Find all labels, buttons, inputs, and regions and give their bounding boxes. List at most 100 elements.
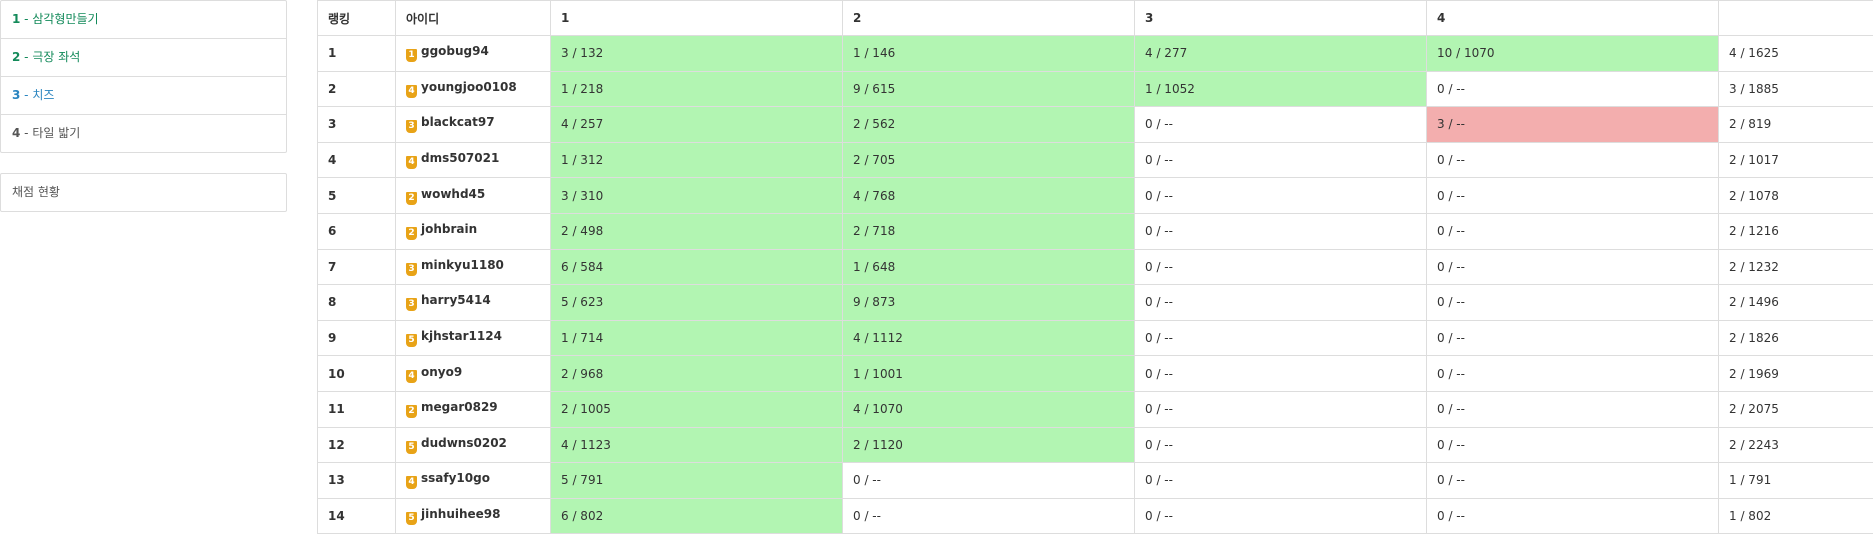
problem-item-4[interactable]: 4 - 타일 밟기	[1, 114, 286, 152]
user-cell[interactable]: 3 blackcat97	[395, 106, 551, 143]
problem-result-cell: 2 / 562	[842, 106, 1135, 143]
user-cell[interactable]: 1 ggobug94	[395, 35, 551, 72]
problem-result-cell: 6 / 802	[550, 497, 843, 534]
header-problem-4[interactable]: 4	[1426, 0, 1719, 36]
problem-result-cell: 4 / 1070	[842, 390, 1135, 428]
header-problem-3[interactable]: 3	[1134, 0, 1427, 36]
rank-cell: 7	[317, 248, 396, 286]
header-problem-2[interactable]: 2	[842, 0, 1135, 36]
total-cell: 2 / 1078	[1718, 177, 1873, 214]
judge-status-link[interactable]: 채점 현황	[0, 173, 287, 212]
problem-result-cell: 2 / 1005	[550, 390, 843, 428]
header-rank: 랭킹	[317, 0, 396, 36]
total-cell: 2 / 1232	[1718, 248, 1873, 286]
user-cell[interactable]: 3 minkyu1180	[395, 248, 551, 286]
header-user: 아이디	[395, 0, 551, 36]
user-cell[interactable]: 4 youngjoo0108	[395, 70, 551, 108]
rank-cell: 14	[317, 497, 396, 534]
header-problem-1[interactable]: 1	[550, 0, 843, 36]
problem-result-cell: 0 / --	[1426, 248, 1719, 286]
rank-cell: 6	[317, 212, 396, 250]
problem-item-2[interactable]: 2 - 극장 좌석	[1, 38, 286, 76]
problem-result-cell: 1 / 648	[842, 248, 1135, 286]
user-cell[interactable]: 4 ssafy10go	[395, 462, 551, 499]
rank-cell: 8	[317, 284, 396, 321]
tier-badge-icon: 2	[406, 227, 417, 241]
problem-item-3[interactable]: 3 - 치즈	[1, 76, 286, 114]
user-id: onyo9	[421, 364, 463, 379]
rank-cell: 1	[317, 35, 396, 72]
table-row: 13 4 ssafy10go 5 / 791 0 / -- 0 / -- 0 / -- 1 /…	[317, 462, 1873, 499]
problem-result-cell: 0 / --	[1426, 426, 1719, 464]
problem-title: 극장 좌석	[32, 50, 81, 64]
table-row: 8 3 harry5414 5 / 623 9 / 873 0 / -- 0 / -- 2 /…	[317, 284, 1873, 321]
total-cell: 1 / 802	[1718, 497, 1873, 534]
problem-result-cell: 0 / --	[1426, 212, 1719, 250]
sidebar: 1 - 삼각형만들기 2 - 극장 좌석 3 - 치즈 4 - 타일 밟기 채점…	[0, 0, 287, 212]
problem-result-cell: 4 / 768	[842, 177, 1135, 214]
rank-cell: 4	[317, 141, 396, 179]
rank-cell: 12	[317, 426, 396, 464]
problem-title: 치즈	[32, 88, 55, 102]
problem-result-cell: 0 / --	[1426, 177, 1719, 214]
tier-badge-icon: 4	[406, 156, 417, 170]
table-row: 7 3 minkyu1180 6 / 584 1 / 648 0 / -- 0 / -- 2 …	[317, 248, 1873, 286]
table-row: 6 2 johbrain 2 / 498 2 / 718 0 / -- 0 / -- 2 / …	[317, 212, 1873, 250]
user-cell[interactable]: 5 jinhuihee98	[395, 497, 551, 534]
problem-result-cell: 4 / 1123	[550, 426, 843, 464]
rank-cell: 10	[317, 355, 396, 392]
total-cell: 3 / 1885	[1718, 70, 1873, 108]
user-cell[interactable]: 2 megar0829	[395, 390, 551, 428]
problem-title: 삼각형만들기	[32, 12, 99, 26]
problem-result-cell: 0 / --	[842, 462, 1135, 499]
user-cell[interactable]: 3 harry5414	[395, 284, 551, 321]
problem-result-cell: 10 / 1070	[1426, 35, 1719, 72]
table-row: 1 1 ggobug94 3 / 132 1 / 146 4 / 277 10 / 1070…	[317, 35, 1873, 72]
problem-result-cell: 4 / 257	[550, 106, 843, 143]
problem-result-cell: 5 / 623	[550, 284, 843, 321]
total-cell: 2 / 819	[1718, 106, 1873, 143]
problem-result-cell: 0 / --	[1134, 212, 1427, 250]
problem-result-cell: 0 / --	[1134, 319, 1427, 357]
problem-result-cell: 2 / 718	[842, 212, 1135, 250]
rank-cell: 13	[317, 462, 396, 499]
problem-result-cell: 0 / --	[1426, 141, 1719, 179]
user-cell[interactable]: 2 johbrain	[395, 212, 551, 250]
problem-result-cell: 6 / 584	[550, 248, 843, 286]
total-cell: 2 / 1017	[1718, 141, 1873, 179]
problem-result-cell: 4 / 1112	[842, 319, 1135, 357]
user-id: dms507021	[421, 151, 500, 166]
problem-result-cell: 0 / --	[1134, 426, 1427, 464]
user-cell[interactable]: 4 onyo9	[395, 355, 551, 392]
problem-result-cell: 0 / --	[1134, 106, 1427, 143]
table-row: 11 2 megar0829 2 / 1005 4 / 1070 0 / -- 0 / --…	[317, 390, 1873, 428]
problem-result-cell: 0 / --	[1426, 70, 1719, 108]
problem-result-cell: 2 / 498	[550, 212, 843, 250]
problem-result-cell: 0 / --	[1426, 284, 1719, 321]
user-cell[interactable]: 5 dudwns0202	[395, 426, 551, 464]
total-cell: 2 / 1969	[1718, 355, 1873, 392]
user-cell[interactable]: 4 dms507021	[395, 141, 551, 179]
user-id: ggobug94	[421, 44, 489, 59]
tier-badge-icon: 3	[406, 262, 417, 276]
problem-result-cell: 5 / 791	[550, 462, 843, 499]
user-id: blackcat97	[421, 115, 495, 130]
problem-result-cell: 0 / --	[1134, 284, 1427, 321]
table-row: 4 4 dms507021 1 / 312 2 / 705 0 / -- 0 / -- 2 /…	[317, 141, 1873, 179]
user-cell[interactable]: 5 kjhstar1124	[395, 319, 551, 357]
problem-result-cell: 1 / 1001	[842, 355, 1135, 392]
problem-result-cell: 4 / 277	[1134, 35, 1427, 72]
table-row: 3 3 blackcat97 4 / 257 2 / 562 0 / -- 3 / -- 2 …	[317, 106, 1873, 143]
total-cell: 2 / 2243	[1718, 426, 1873, 464]
tier-badge-icon: 1	[406, 49, 417, 63]
problem-result-cell: 3 / --	[1426, 106, 1719, 143]
user-cell[interactable]: 2 wowhd45	[395, 177, 551, 214]
rank-cell: 11	[317, 390, 396, 428]
problem-item-1[interactable]: 1 - 삼각형만들기	[1, 1, 286, 38]
user-id: jinhuihee98	[421, 507, 501, 522]
user-id: ssafy10go	[421, 471, 490, 486]
problem-result-cell: 0 / --	[1426, 355, 1719, 392]
problem-result-cell: 3 / 132	[550, 35, 843, 72]
problem-result-cell: 2 / 1120	[842, 426, 1135, 464]
problem-result-cell: 9 / 873	[842, 284, 1135, 321]
